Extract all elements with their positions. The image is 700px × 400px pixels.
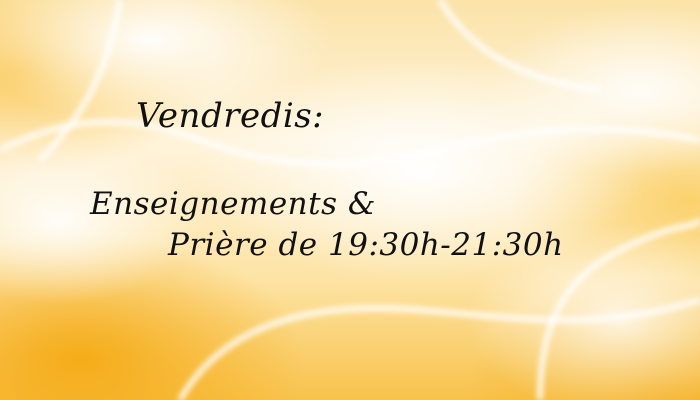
schedule-text: Prière de 19:30h-21:30h: [168, 227, 564, 263]
day-heading: Vendredis:: [136, 96, 325, 136]
activity-text: Enseignements &: [90, 186, 376, 222]
